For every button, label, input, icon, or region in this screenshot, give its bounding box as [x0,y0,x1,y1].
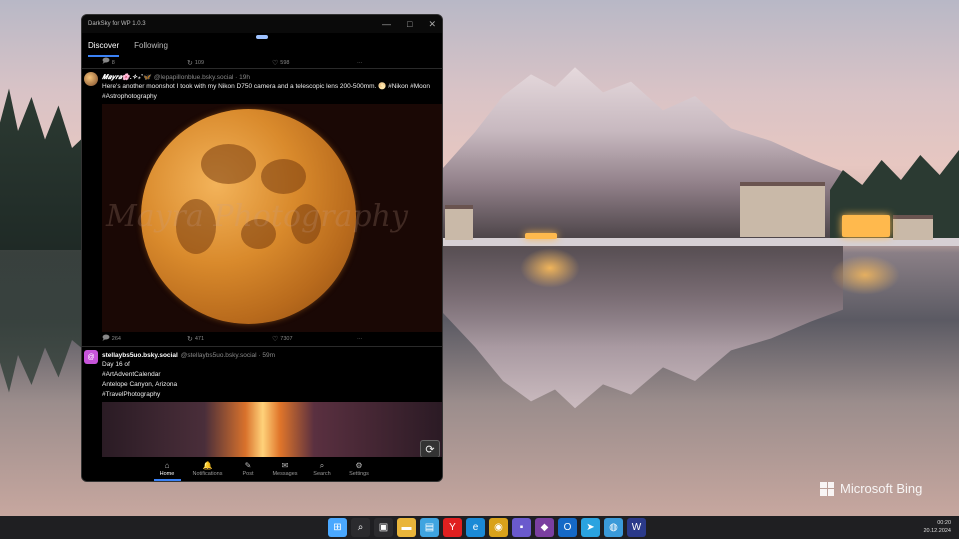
start-icon[interactable]: ⊞ [328,518,347,537]
nav-messages[interactable]: ✉ Messages [272,457,299,481]
author-name[interactable]: stellaybs5uo.bsky.social [102,352,178,359]
feed-tabs: Discover Following [82,33,442,57]
home-icon: ⌂ [164,461,170,470]
task-view-icon[interactable]: ▣ [374,518,393,537]
pencil-icon: ✎ [244,461,252,470]
nav-notifications[interactable]: 🔔 Notifications [191,457,225,481]
refresh-button[interactable]: ⟳ [420,440,440,458]
reply-icon: 🗩 [102,58,110,65]
like-count[interactable]: ♡ 598 [272,59,357,67]
feed-post[interactable]: 𝑴𝒂𝒚𝒓𝒂🌸.✧₊˚🦋 @lepapillonblue.bsky.social … [82,69,442,347]
repost-icon: ↻ [187,59,193,67]
reply-icon: 🗩 [102,334,110,342]
author-handle[interactable]: @lepapillonblue.bsky.social · 19h [154,74,250,81]
nav-post[interactable]: ✎ Post [235,457,262,481]
author-name[interactable]: 𝑴𝒂𝒚𝒓𝒂🌸.✧₊˚🦋 [102,73,151,82]
bing-logo-icon [820,481,834,496]
wallpaper-light-reflection [520,248,580,288]
refresh-icon: ⟳ [425,443,435,456]
more-options-button[interactable]: ··· [357,60,442,66]
window-controls: — □ ✕ [382,19,436,30]
nav-settings[interactable]: ⚙ Settings [346,457,373,481]
feed-post[interactable]: @ stellaybs5uo.bsky.social @stellaybs5uo… [82,347,442,457]
previous-post-stats: 🗩 8 ↻ 109 ♡ 598 ··· [82,57,442,69]
post-image[interactable]: Mayra Photography [102,104,442,332]
repost-count[interactable]: ↻ 471 [187,335,272,343]
repost-icon: ↻ [187,336,193,343]
wallpaper-lit-house [842,215,890,237]
floppy-icon[interactable]: ▪ [512,518,531,537]
wallpaper-forest-reflection [0,250,90,393]
drag-handle[interactable] [256,35,268,39]
hashtag-link[interactable]: #ArtAdventCalendar [102,370,442,380]
repost-count[interactable]: ↻ 109 [187,59,272,67]
globe-icon[interactable]: ◍ [604,518,623,537]
reply-count[interactable]: 🗩 264 [102,334,187,345]
heart-icon: ♡ [272,59,279,67]
post-header: stellaybs5uo.bsky.social @stellaybs5uo.b… [102,350,442,360]
wallpaper-forest [0,88,90,250]
heart-icon: ♡ [272,336,279,343]
image-watermark: Mayra Photography [106,199,408,234]
window-title: DarkSky for WP 1.0.3 [88,21,146,27]
nav-search[interactable]: ⌕ Search [309,457,336,481]
wallpaper-hotel [893,215,933,240]
wallpaper-shore [443,238,959,246]
tab-discover[interactable]: Discover [88,37,120,57]
avatar[interactable]: @ [84,350,98,364]
bottom-navigation: ⌂ Home 🔔 Notifications ✎ Post ✉ Messages ⌕ Se… [82,457,442,481]
gear-icon: ⚙ [355,461,363,470]
darksky-app-window: DarkSky for WP 1.0.3 — □ ✕ Discover Foll… [81,14,443,482]
bing-watermark-text: Microsoft Bing [840,481,923,496]
more-options-button[interactable]: ··· [357,336,442,342]
telegram-icon[interactable]: ➤ [581,518,600,537]
search-icon: ⌕ [319,461,325,470]
post-stats: 🗩 264 ↻ 471 ♡ 7307 ··· [102,332,442,346]
wallpaper-hotel [740,182,825,237]
like-count[interactable]: ♡ 7307 [272,335,357,343]
app-icon[interactable]: ◆ [535,518,554,537]
search-icon[interactable]: ⌕ [351,518,370,537]
reply-count[interactable]: 🗩 8 [102,57,187,68]
notepad-icon[interactable]: ▤ [420,518,439,537]
minimize-icon[interactable]: — [382,19,391,30]
title-bar[interactable]: DarkSky for WP 1.0.3 — □ ✕ [82,15,442,33]
bell-icon: 🔔 [202,461,213,470]
post-image[interactable] [102,402,442,457]
post-feed[interactable]: 🗩 8 ↻ 109 ♡ 598 ··· 𝑴𝒂𝒚𝒓𝒂🌸.✧₊˚🦋 @lepapillon… [82,57,442,459]
taskbar: ⊞ ⌕ ▣ ▬ ▤ Ye ◉ ▪ ◆ O ➤ ◍ W 00:20 20.12.2024 [0,516,959,539]
wallpaper-lit-house [525,233,557,239]
post-text-line: Day 16 of [102,361,130,368]
taskbar-clock[interactable]: 00:20 20.12.2024 [923,519,951,535]
post-text-line: Antelope Canyon, Arizona [102,381,178,388]
edge-icon[interactable]: e [466,518,485,537]
post-text: Here's another moonshot I took with my N… [102,83,430,100]
nav-home[interactable]: ⌂ Home [153,457,181,481]
bing-watermark: Microsoft Bing [820,481,922,496]
darksky-app-icon[interactable]: W [627,518,646,537]
taskbar-icons: ⊞ ⌕ ▣ ▬ ▤ Ye ◉ ▪ ◆ O ➤ ◍ W [328,518,646,537]
clock-time: 00:20 [937,520,951,526]
outlook-icon[interactable]: O [558,518,577,537]
close-icon[interactable]: ✕ [428,19,436,30]
tab-following[interactable]: Following [134,37,168,54]
wallpaper-hotel [445,205,473,240]
hashtag-link[interactable]: #TravelPhotography [102,390,442,400]
wallpaper-light-reflection [830,255,900,295]
author-handle[interactable]: @stellaybs5uo.bsky.social · 59m [181,352,275,359]
avatar[interactable] [84,72,98,86]
yandex-icon[interactable]: Y [443,518,462,537]
maximize-icon[interactable]: □ [407,19,412,30]
file-explorer-icon[interactable]: ▬ [397,518,416,537]
clock-date: 20.12.2024 [923,528,951,534]
mail-icon: ✉ [281,461,289,470]
wallpaper-mountains-reflection [443,245,843,409]
post-header: 𝑴𝒂𝒚𝒓𝒂🌸.✧₊˚🦋 @lepapillonblue.bsky.social … [102,72,442,82]
chrome-icon[interactable]: ◉ [489,518,508,537]
